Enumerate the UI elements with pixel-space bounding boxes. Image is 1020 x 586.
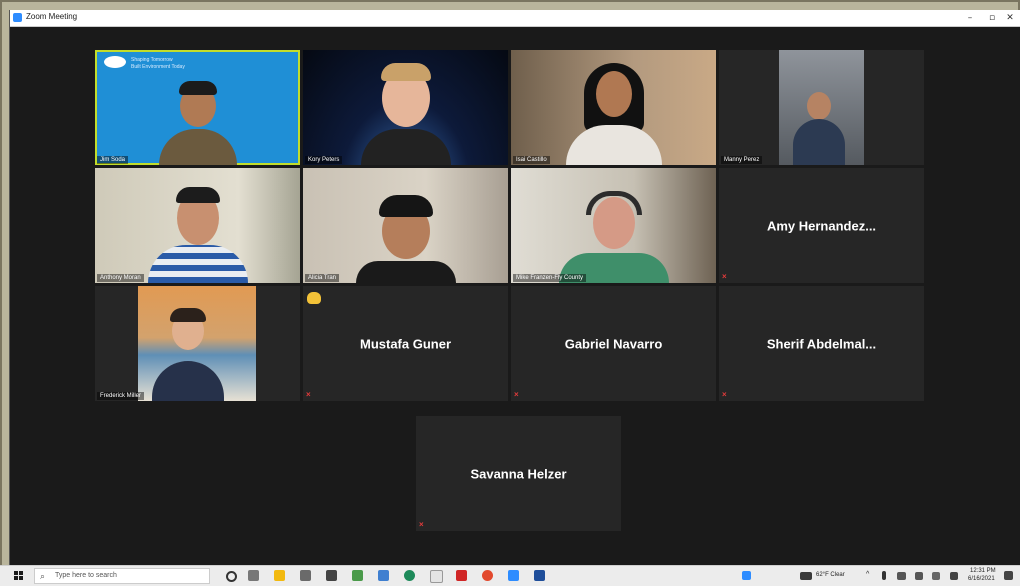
participant-tile[interactable]: Sherif Abdelmal... × [719, 286, 924, 401]
participant-video [565, 55, 662, 165]
clock-time[interactable]: 12:31 PM [970, 568, 996, 574]
clock-date[interactable]: 6/16/2021 [968, 576, 995, 582]
participant-tile[interactable]: Alicia Tran [303, 168, 508, 283]
volume-icon[interactable] [915, 572, 923, 580]
participant-name: Sherif Abdelmal... [766, 336, 877, 351]
participant-tile[interactable]: Frederick Miller [95, 286, 300, 401]
close-button[interactable]: ✕ [999, 10, 1020, 26]
word-icon[interactable] [534, 570, 545, 581]
muted-icon: × [514, 390, 519, 399]
task-view-icon[interactable] [248, 570, 259, 581]
participant-name: Alicia Tran [305, 274, 340, 282]
participant-name: Savanna Helzer [470, 466, 567, 481]
search-placeholder: Type here to search [55, 572, 117, 579]
pen-icon[interactable] [950, 572, 958, 580]
participant-video [138, 286, 256, 401]
participant-name: Kory Peters [305, 156, 343, 164]
participant-tile[interactable]: Mike Franzen-Fly County [511, 168, 716, 283]
app-icon[interactable] [352, 570, 363, 581]
headphones-icon [585, 191, 642, 215]
participant-video [558, 173, 669, 283]
participant-video [779, 50, 864, 165]
edge-icon[interactable] [404, 570, 415, 581]
file-explorer-icon[interactable] [274, 570, 285, 581]
participant-tile[interactable]: Shaping Tomorrow Built Environment Today… [95, 50, 300, 165]
search-icon: ⌕ [40, 571, 46, 581]
windows-taskbar: ⌕ Type here to search 62°F Clear ^ 12:31… [0, 565, 1020, 586]
participant-name: Manny Perez [721, 156, 763, 164]
acrobat-icon[interactable] [456, 570, 467, 581]
participant-tile[interactable]: Savanna Helzer × [416, 416, 621, 531]
participant-name: Frederick Miller [97, 392, 145, 400]
zoom-taskbar-icon[interactable] [508, 570, 519, 581]
weather-text[interactable]: 62°F Clear [816, 572, 845, 578]
cortana-icon[interactable] [226, 571, 237, 582]
aiaa-logo-icon [104, 56, 126, 68]
participant-tile[interactable]: Manny Perez [719, 50, 924, 165]
notifications-icon[interactable] [1004, 571, 1013, 580]
title-bar: Zoom Meeting – ▫ ✕ [10, 10, 1020, 27]
participant-name: Anthony Moran [97, 274, 144, 282]
weather-icon [800, 572, 812, 580]
app-icon[interactable] [326, 570, 337, 581]
chevron-up-icon[interactable]: ^ [866, 571, 869, 578]
participant-video [355, 173, 456, 283]
participant-video [147, 173, 248, 283]
language-icon[interactable] [932, 572, 940, 580]
minimize-button[interactable]: – [959, 10, 981, 26]
participant-name: Isai Castillo [513, 156, 550, 164]
participant-video [158, 55, 237, 165]
participant-name: Mustafa Guner [359, 336, 451, 351]
network-icon[interactable] [897, 572, 906, 580]
participant-video [360, 55, 451, 165]
app-icon[interactable] [430, 570, 443, 583]
participant-tile[interactable]: Isai Castillo [511, 50, 716, 165]
raised-hand-icon [307, 292, 321, 304]
zoom-app-icon [13, 13, 22, 22]
participant-tile[interactable]: Amy Hernandez... × [719, 168, 924, 283]
participant-name: Jim Soda [97, 156, 129, 164]
participant-name: Gabriel Navarro [564, 336, 663, 351]
participant-tile[interactable]: Kory Peters [303, 50, 508, 165]
muted-icon: × [722, 390, 727, 399]
taskbar-search-input[interactable]: ⌕ Type here to search [34, 568, 210, 584]
muted-icon: × [722, 272, 727, 281]
app-icon[interactable] [378, 570, 389, 581]
participant-tile[interactable]: Gabriel Navarro × [511, 286, 716, 401]
participant-name: Mike Franzen-Fly County [513, 274, 587, 282]
participant-tile[interactable]: Anthony Moran [95, 168, 300, 283]
participant-grid: Shaping Tomorrow Built Environment Today… [95, 50, 924, 401]
window-title: Zoom Meeting [26, 12, 78, 21]
microphone-icon[interactable] [882, 571, 886, 580]
windows-start-icon[interactable] [14, 571, 24, 581]
tray-zoom-icon[interactable] [742, 571, 751, 580]
muted-icon: × [306, 390, 311, 399]
participant-tile[interactable]: Mustafa Guner × [303, 286, 508, 401]
app-icon[interactable] [300, 570, 311, 581]
chrome-icon[interactable] [482, 570, 493, 581]
muted-icon: × [419, 520, 424, 529]
participant-name: Amy Hernandez... [766, 218, 877, 233]
